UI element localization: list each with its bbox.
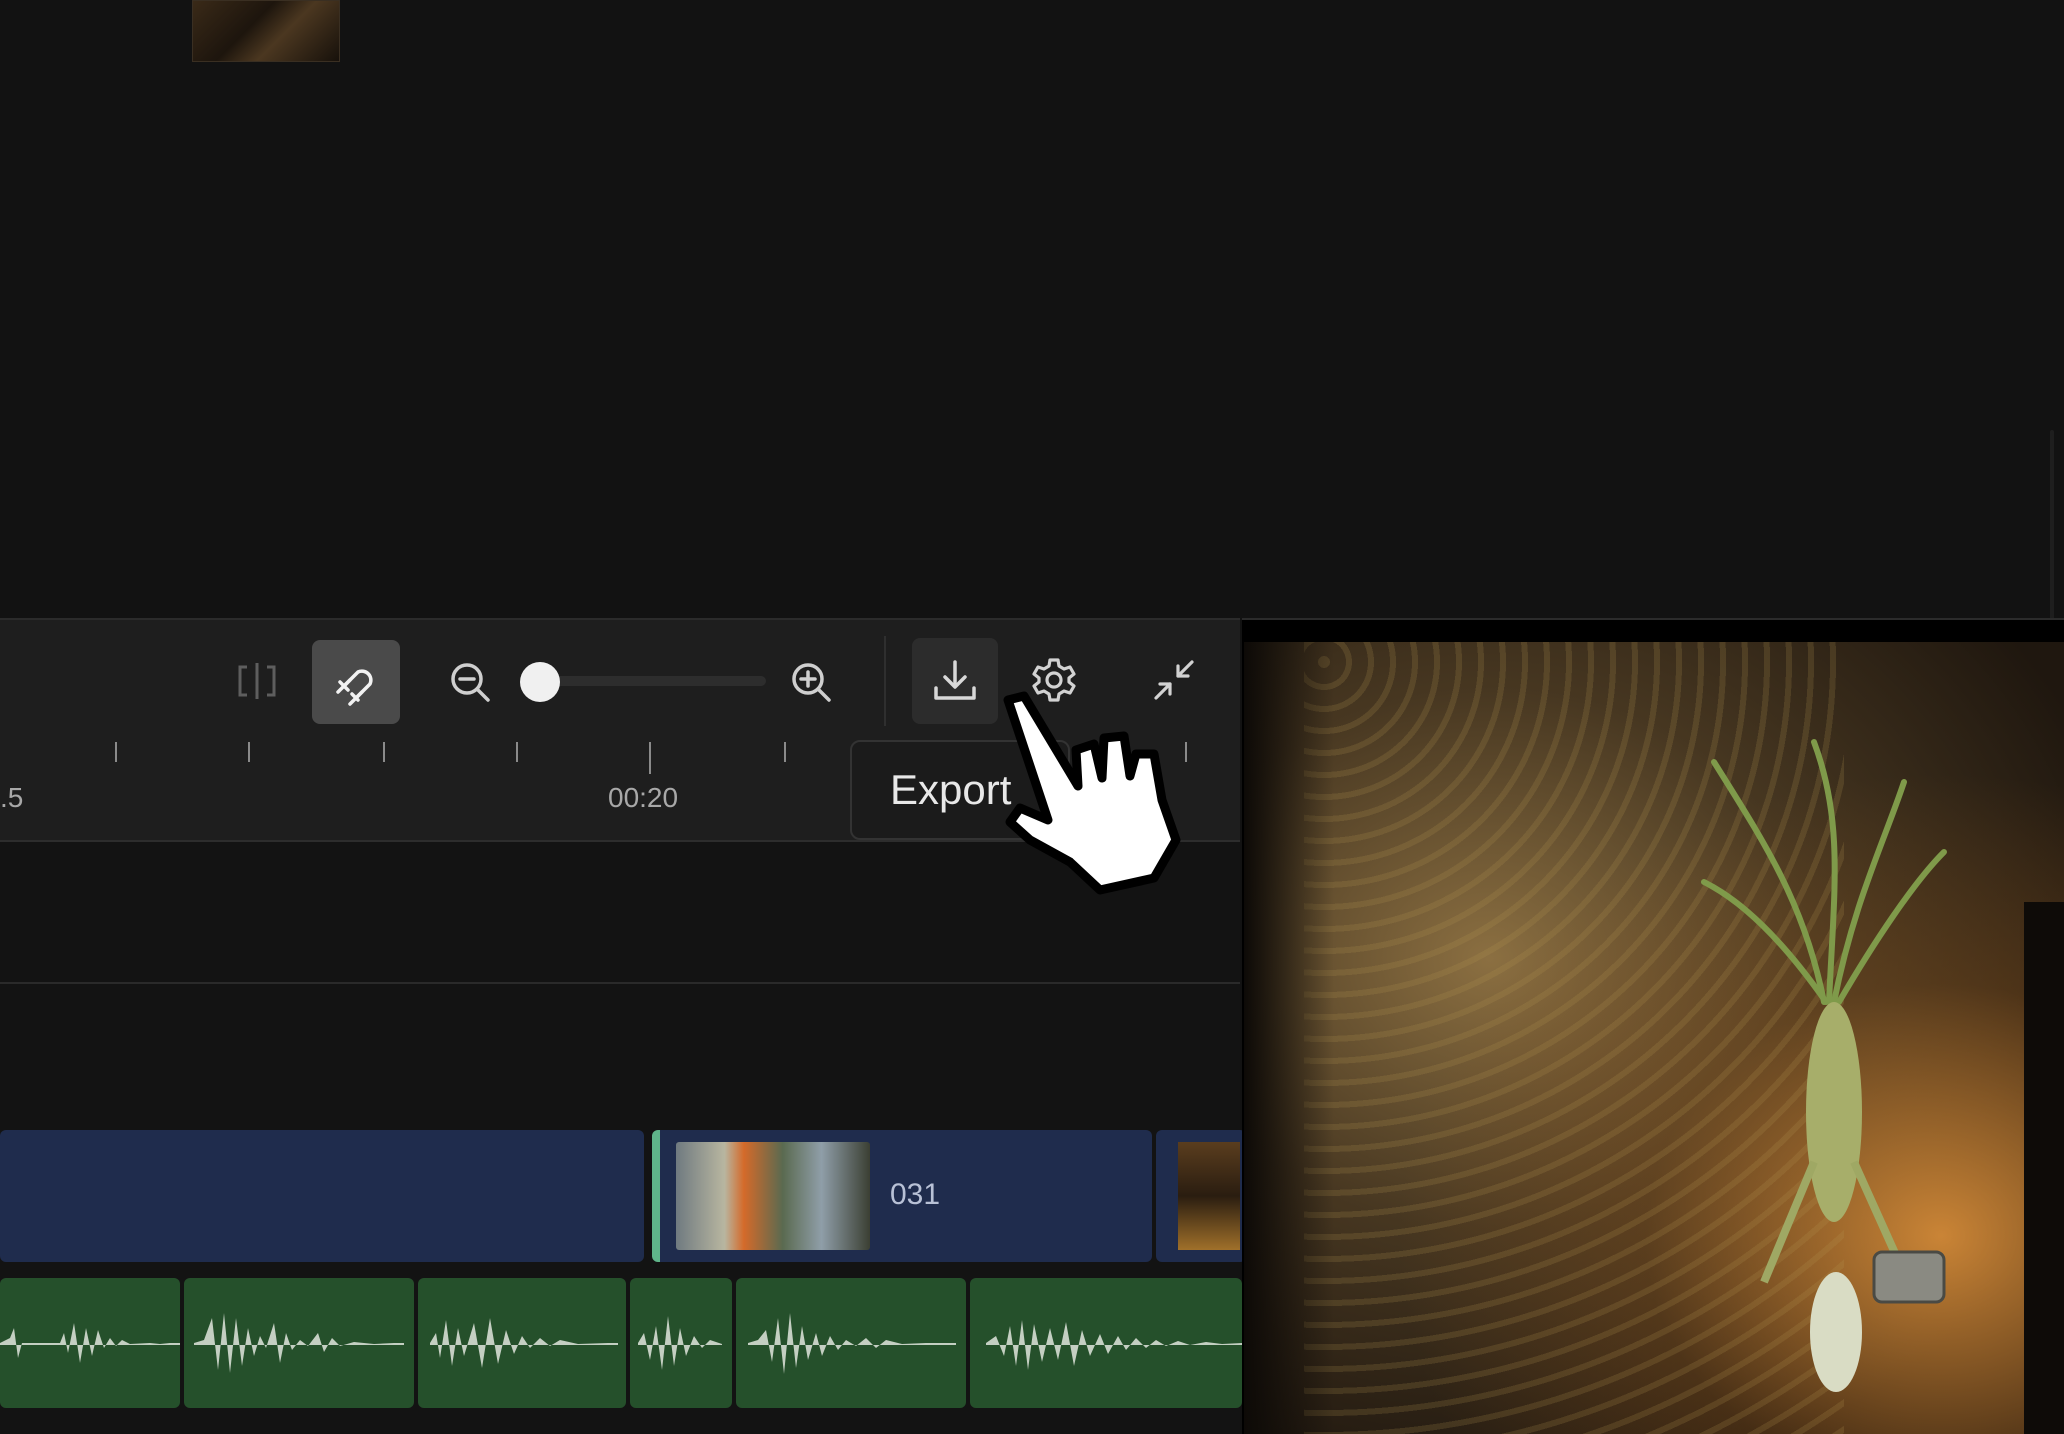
preview-video-frame[interactable] bbox=[1244, 642, 2064, 1434]
zoom-slider-handle[interactable] bbox=[520, 662, 560, 702]
zoom-slider[interactable] bbox=[526, 676, 766, 686]
audio-clip[interactable] bbox=[418, 1278, 626, 1408]
preview-figure bbox=[1701, 739, 2064, 1434]
waveform bbox=[748, 1313, 956, 1374]
ruler-tick bbox=[383, 742, 385, 762]
waveform bbox=[638, 1316, 722, 1370]
zoom-in-button[interactable] bbox=[780, 652, 842, 712]
download-icon bbox=[934, 660, 976, 700]
audio-clip[interactable] bbox=[736, 1278, 966, 1408]
waveform bbox=[430, 1318, 618, 1368]
media-bin bbox=[0, 0, 2064, 618]
audio-clip[interactable] bbox=[184, 1278, 414, 1408]
clip-thumbnail bbox=[676, 1142, 870, 1250]
ruler-tick bbox=[784, 742, 786, 762]
audio-clip[interactable] bbox=[970, 1278, 1242, 1408]
video-clip[interactable] bbox=[0, 1130, 644, 1262]
split-button[interactable] bbox=[222, 641, 292, 721]
export-button[interactable] bbox=[912, 638, 998, 724]
ruler-tick bbox=[115, 742, 117, 762]
zoom-out-icon bbox=[451, 663, 490, 702]
zoom-in-icon bbox=[792, 663, 831, 702]
ruler-tick bbox=[516, 742, 518, 762]
timeline-track[interactable] bbox=[0, 984, 1240, 1124]
ruler-tick bbox=[248, 742, 250, 762]
waveform bbox=[986, 1320, 1242, 1370]
media-thumbnail[interactable] bbox=[192, 0, 340, 62]
hand-cursor-icon bbox=[1003, 691, 1181, 895]
toolbar-divider bbox=[884, 636, 886, 726]
ruler-label: .5 bbox=[0, 782, 24, 813]
ruler-tick-major bbox=[649, 742, 651, 774]
ruler-label: 00:20 bbox=[608, 782, 679, 813]
split-icon bbox=[238, 663, 276, 699]
magnet-icon bbox=[336, 669, 373, 706]
zoom-out-button[interactable] bbox=[440, 652, 500, 712]
audio-clip[interactable] bbox=[630, 1278, 732, 1408]
clip-thumbnail bbox=[1178, 1142, 1240, 1250]
audio-clip[interactable] bbox=[0, 1278, 180, 1408]
snap-toggle-button[interactable] bbox=[312, 640, 400, 724]
waveform bbox=[194, 1313, 404, 1373]
clip-label: 031 bbox=[890, 1178, 941, 1211]
waveform bbox=[0, 1323, 180, 1363]
